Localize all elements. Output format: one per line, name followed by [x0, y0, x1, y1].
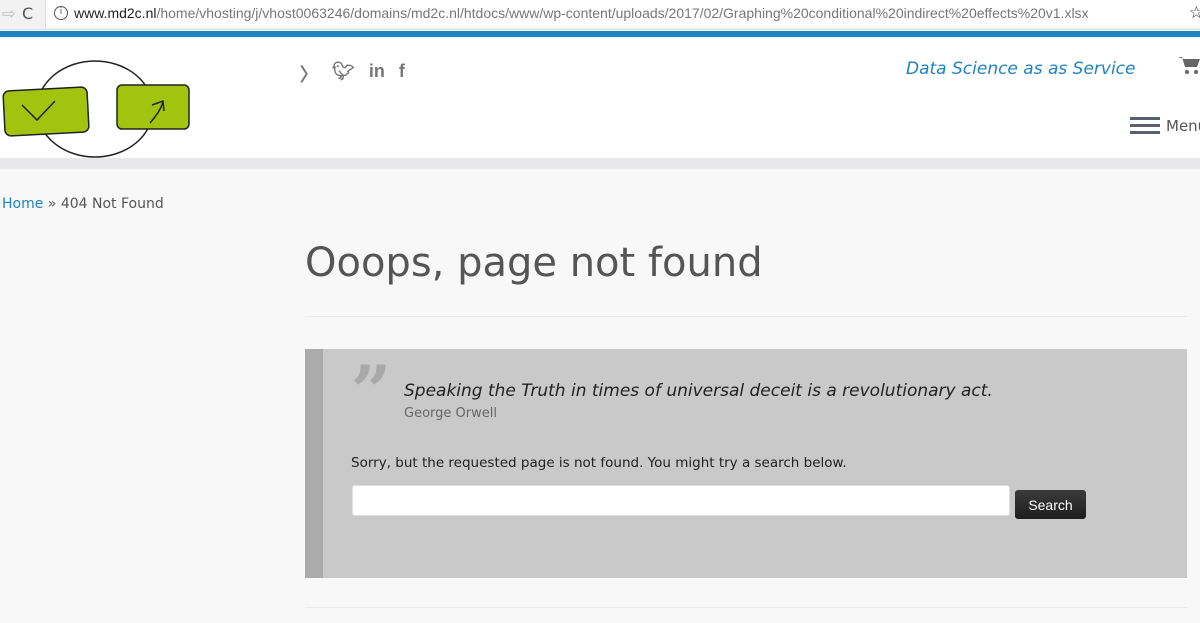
browser-toolbar: ⇨ C i www.md2c.nl/home/vhosting/j/vhost0…	[0, 0, 1200, 30]
quote-icon: ”	[351, 350, 392, 433]
quote-text: Speaking the Truth in times of universal…	[404, 381, 993, 401]
search-input[interactable]	[352, 485, 1010, 516]
not-found-panel: ” Speaking the Truth in times of univers…	[305, 349, 1187, 578]
page-title: Ooops, page not found	[305, 240, 763, 286]
site-logo[interactable]	[0, 47, 200, 159]
breadcrumb-home[interactable]: Home	[2, 196, 43, 212]
quote-author: George Orwell	[404, 406, 497, 421]
tagline: Data Science as as Service	[906, 59, 1136, 79]
address-bar[interactable]: i www.md2c.nl/home/vhosting/j/vhost00632…	[45, 0, 1200, 28]
breadcrumb: Home » 404 Not Found	[2, 196, 164, 212]
url-text[interactable]: www.md2c.nl/home/vhosting/j/vhost0063246…	[74, 5, 1089, 21]
search-button[interactable]: Search	[1015, 490, 1086, 519]
divider	[305, 316, 1187, 317]
header-separator	[0, 158, 1200, 169]
site-header: 〉 🐦︎ in f Data Science as as Service Men…	[0, 37, 1200, 158]
not-found-message: Sorry, but the requested page is not fou…	[351, 455, 847, 471]
hamburger-icon	[1130, 113, 1160, 138]
divider	[305, 607, 1187, 608]
menu-button[interactable]: Menu	[1130, 113, 1200, 138]
twitter-icon[interactable]: 🐦︎	[332, 61, 355, 87]
info-icon[interactable]: i	[54, 6, 68, 20]
reload-icon[interactable]: C	[22, 4, 33, 23]
bookmark-star-icon[interactable]: ☆	[1189, 3, 1200, 23]
facebook-icon[interactable]: f	[399, 61, 405, 87]
forward-icon[interactable]: ⇨	[2, 4, 15, 23]
linkedin-icon[interactable]: in	[369, 61, 385, 87]
menu-label: Menu	[1166, 116, 1200, 135]
social-links: 〉 🐦︎ in f	[300, 61, 405, 87]
rss-icon[interactable]: 〉	[300, 61, 318, 87]
cart-icon[interactable]	[1178, 55, 1200, 75]
breadcrumb-current: 404 Not Found	[60, 196, 164, 212]
